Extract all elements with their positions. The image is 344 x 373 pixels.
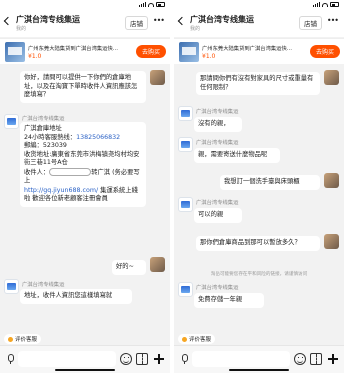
more-options-icon[interactable]: ••• [327,16,339,25]
shop-message: 免費存儲一年親 [194,293,264,308]
wifi-icon [322,2,328,7]
hotline-number[interactable]: 13825066832 [76,134,120,141]
recipient-line: 收件人： 转广淇 (务必要写上 [24,167,142,186]
product-price: ¥1.0 [202,53,216,60]
emoji-icon[interactable] [120,353,132,365]
status-icons [139,2,165,7]
address-line: 收货地址:廣東省东莞市洪梅镇尧均村均安街三巷11号A仓 [24,150,140,167]
user-avatar [324,70,339,85]
address-title: 广淇倉庫地址 [24,125,62,132]
product-price: ¥1.0 [28,53,42,60]
shop-avatar [4,279,19,294]
system-link[interactable]: http://gq.jiyun688.com/ [24,187,98,194]
product-title: 广州东莞大陆集货到广淇台湾集运快递... [202,46,297,52]
battery-icon [156,2,165,7]
wifi-icon [148,2,154,7]
warning-note: 淘岳可能要您存在平和风险的链接，请谨慎访问 [210,272,308,277]
input-bar [174,345,344,373]
sender-name: 广淇台湾专线集运 [196,285,239,291]
url-line: http://gq.jiyun688.com/ 集運系統上綫啦 歡迎各位新老顧客… [24,187,142,204]
shop-message: 親，需要寄送什麼物品呢 [194,148,280,163]
shop-button[interactable]: 店铺 [299,16,322,30]
chat-subtitle: 我的 [16,26,27,32]
status-bar [0,0,170,10]
sender-name: 广淇台湾专线集运 [196,140,239,146]
emoji-icon[interactable] [294,353,306,365]
hotline-label: 24小時客服熱线： [24,133,77,141]
microphone-icon[interactable] [6,354,14,364]
product-thumbnail [179,42,199,62]
signal-icon [139,2,146,7]
rate-label: 评价客服 [15,337,38,343]
chat-title: 广淇台湾专线集运 [190,15,254,24]
battery-icon [330,2,339,7]
recipient-prefix: 收件人： [24,168,50,176]
shop-avatar [178,197,193,212]
plus-icon[interactable] [327,353,339,365]
shop-button[interactable]: 店铺 [125,16,148,30]
message-list: 你好，請問可以提供一下你們的倉庫地址，以及在淘寶下單時收件人資訊應該怎麼填寫？ … [0,64,170,333]
home-indicator [229,369,289,371]
message-list: 那請問你們有沒有對家具的尺寸或重量有任何限制？ 广淇台湾专线集运 沒有的親， 广… [174,64,344,333]
user-avatar [324,234,339,249]
sender-name: 广淇台湾专线集运 [196,109,239,115]
chat-header: 广淇台湾专线集运 我的 店铺 ••• [174,10,344,37]
shop-message-address: 广淇倉庫地址 24小時客服熱线：13825066832 郵編：523039 收货… [20,122,146,207]
buy-button[interactable]: 去购买 [135,45,166,58]
product-title: 广州东莞大陆集货到广淇台湾集运快递... [28,46,123,52]
user-avatar [324,173,339,188]
user-message: 好的~ [112,260,146,275]
shop-message: 沒有的親， [194,117,242,132]
chat-screen-right: 广淇台湾专线集运 我的 店铺 ••• 广州东莞大陆集货到广淇台湾集运快递... … [174,0,344,373]
chat-header: 广淇台湾专线集运 我的 店铺 ••• [0,10,170,37]
rate-service-button[interactable]: 评价客服 [4,334,42,344]
status-icons [313,2,339,7]
user-message: 那請問你們有沒有對家具的尺寸或重量有任何限制？ [196,72,320,95]
status-bar [174,0,344,10]
user-message: 你好，請問可以提供一下你們的倉庫地址，以及在淘寶下單時收件人資訊應該怎麼填寫？ [20,71,146,103]
hotline-line: 24小時客服熱线：13825066832 [24,134,142,143]
zip-line: 郵編：523039 [24,142,67,149]
rate-label: 评价客服 [189,337,212,343]
product-card[interactable]: 广州东莞大陆集货到广淇台湾集运快递... ¥1.0 去购买 [0,38,170,64]
sender-name: 广淇台湾专线集运 [22,282,65,288]
sender-name: 广淇台湾专线集运 [22,116,65,122]
redacted-name [49,167,92,176]
shop-avatar [178,137,193,152]
shop-message: 可以的親 [194,208,242,223]
user-avatar [150,70,165,85]
signal-icon [313,2,320,7]
message-input[interactable] [18,351,116,367]
home-indicator [55,369,115,371]
coupon-icon[interactable] [136,353,148,365]
more-options-icon[interactable]: ••• [153,16,165,25]
product-thumbnail [5,42,25,62]
user-message: 我想訂一個洗手臺與床頭櫃 [220,175,320,190]
message-input[interactable] [192,351,290,367]
rate-icon [8,336,13,342]
chat-screen-left: 广淇台湾专线集运 我的 店铺 ••• 广州东莞大陆集货到广淇台湾集运快递... … [0,0,170,373]
microphone-icon[interactable] [180,354,188,364]
input-bar [0,345,170,373]
shop-avatar [4,114,19,129]
buy-button[interactable]: 去购买 [309,45,340,58]
shop-message: 地址，收件人資訊您這樣填寫就 [20,289,132,304]
rate-icon [182,336,187,342]
shop-avatar [178,282,193,297]
user-avatar [150,257,165,272]
shop-avatar [178,106,193,121]
back-arrow-icon[interactable] [3,14,13,28]
chat-title: 广淇台湾专线集运 [16,15,80,24]
back-arrow-icon[interactable] [177,14,187,28]
coupon-icon[interactable] [310,353,322,365]
rate-service-button[interactable]: 评价客服 [178,334,216,344]
user-message: 那你們倉庫商品到那可以暫放多久？ [196,236,320,251]
product-card[interactable]: 广州东莞大陆集货到广淇台湾集运快递... ¥1.0 去购买 [174,38,344,64]
sender-name: 广淇台湾专线集运 [196,200,239,206]
chat-subtitle: 我的 [190,26,201,32]
plus-icon[interactable] [153,353,165,365]
